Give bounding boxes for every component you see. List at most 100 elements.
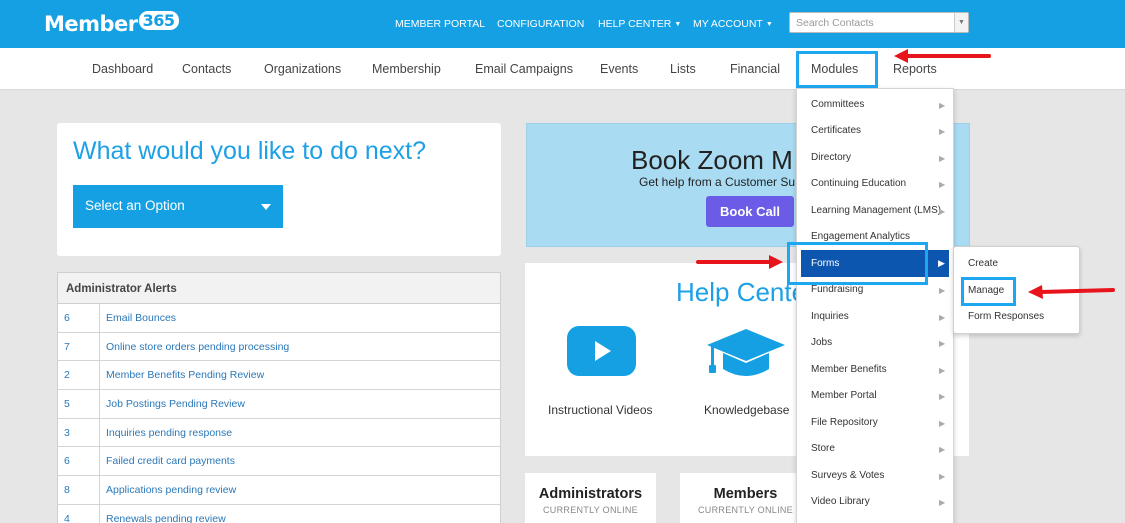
chevron-right-icon: ▶ <box>939 154 946 163</box>
nav-email-campaigns[interactable]: Email Campaigns <box>475 62 573 76</box>
red-arrow-icon <box>696 255 783 269</box>
chevron-right-icon: ▶ <box>938 258 945 268</box>
chevron-right-icon: ▶ <box>939 498 946 507</box>
administrators-title: Administrators <box>538 486 643 502</box>
submenu-item-form-responses[interactable]: Form Responses <box>968 311 1044 322</box>
nav-help-center[interactable]: HELP CENTER ▼ <box>598 18 681 30</box>
alert-link[interactable]: Renewals pending review <box>106 513 226 523</box>
chevron-right-icon: ▶ <box>939 207 946 216</box>
chevron-right-icon: ▶ <box>939 286 946 295</box>
zoom-subtitle: Get help from a Customer Su <box>639 175 796 189</box>
top-bar: Member 365 MEMBER PORTAL CONFIGURATION HE… <box>0 0 1125 48</box>
alerts-title: Administrator Alerts <box>58 273 500 304</box>
chevron-right-icon: ▶ <box>939 127 946 136</box>
alert-row[interactable]: 3 Inquiries pending response <box>58 418 500 448</box>
chevron-right-icon: ▶ <box>939 419 946 428</box>
select-option-label: Select an Option <box>85 198 185 213</box>
zoom-title: Book Zoom M <box>631 145 793 175</box>
logo-text: Member <box>44 12 138 36</box>
instructional-videos-label[interactable]: Instructional Videos <box>548 403 653 417</box>
nav-lists[interactable]: Lists <box>670 62 696 76</box>
caret-down-icon <box>261 204 271 210</box>
menu-item-directory[interactable]: Directory <box>811 152 851 163</box>
alert-row[interactable]: 5 Job Postings Pending Review <box>58 390 500 419</box>
alert-link[interactable]: Applications pending review <box>106 484 236 496</box>
alert-count: 3 <box>58 418 100 447</box>
search-dropdown-button[interactable]: ▼ <box>954 13 968 32</box>
menu-item-store[interactable]: Store <box>811 443 835 454</box>
menu-item-lms[interactable]: Learning Management (LMS) <box>811 205 941 216</box>
chevron-right-icon: ▶ <box>939 339 946 348</box>
chevron-right-icon: ▶ <box>939 101 946 110</box>
nav-my-account[interactable]: MY ACCOUNT ▼ <box>693 18 773 30</box>
nav-dashboard[interactable]: Dashboard <box>92 62 153 76</box>
select-option-dropdown[interactable]: Select an Option <box>73 185 283 228</box>
nav-member-portal[interactable]: MEMBER PORTAL <box>395 18 485 30</box>
submenu-item-create[interactable]: Create <box>968 258 998 269</box>
menu-item-fundraising[interactable]: Fundraising <box>811 284 863 295</box>
administrators-online-card: Administrators CURRENTLY ONLINE <box>525 473 656 523</box>
menu-item-inquiries[interactable]: Inquiries <box>811 311 849 322</box>
currently-online-label: CURRENTLY ONLINE <box>543 505 638 515</box>
menu-item-jobs[interactable]: Jobs <box>811 337 832 348</box>
red-arrow-icon <box>894 49 991 63</box>
alert-count: 5 <box>58 390 100 418</box>
menu-item-file-repository[interactable]: File Repository <box>811 417 878 428</box>
alert-link[interactable]: Member Benefits Pending Review <box>106 369 264 381</box>
caret-down-icon: ▼ <box>674 21 682 28</box>
alert-row[interactable]: 2 Member Benefits Pending Review <box>58 361 500 391</box>
alert-link[interactable]: Email Bounces <box>106 312 176 324</box>
chevron-right-icon: ▶ <box>939 445 946 454</box>
menu-item-member-portal[interactable]: Member Portal <box>811 390 877 401</box>
members-online-card: Members CURRENTLY ONLINE <box>680 473 811 523</box>
menu-item-surveys-votes[interactable]: Surveys & Votes <box>811 470 884 481</box>
chevron-right-icon: ▶ <box>939 366 946 375</box>
members-title: Members <box>713 486 778 502</box>
alert-row[interactable]: 6 Email Bounces <box>58 304 500 333</box>
nav-membership[interactable]: Membership <box>372 62 441 76</box>
alert-row[interactable]: 8 Applications pending review <box>58 476 500 505</box>
member365-logo[interactable]: Member 365 <box>44 11 179 36</box>
alert-count: 6 <box>58 447 100 476</box>
alert-count: 7 <box>58 332 100 361</box>
chevron-right-icon: ▶ <box>939 472 946 481</box>
administrator-alerts-panel: Administrator Alerts 6 Email Bounces 7 Onl… <box>57 272 501 523</box>
alert-count: 8 <box>58 476 100 504</box>
manage-highlight-box <box>961 277 1016 306</box>
search-input[interactable] <box>790 13 950 33</box>
menu-item-member-benefits[interactable]: Member Benefits <box>811 364 887 375</box>
menu-item-video-library[interactable]: Video Library <box>811 496 870 507</box>
alert-link[interactable]: Online store orders pending processing <box>106 341 289 353</box>
nav-configuration[interactable]: CONFIGURATION <box>497 18 584 30</box>
play-video-icon[interactable] <box>567 326 636 376</box>
chevron-right-icon: ▶ <box>939 313 946 322</box>
alert-row[interactable]: 4 Renewals pending review <box>58 504 500 523</box>
caret-down-icon: ▼ <box>765 21 773 28</box>
next-action-title: What would you like to do next? <box>73 137 426 165</box>
alert-row[interactable]: 7 Online store orders pending processing <box>58 332 500 362</box>
book-call-button[interactable]: Book Call <box>706 196 794 227</box>
alert-link[interactable]: Failed credit card payments <box>106 455 235 467</box>
logo-number: 365 <box>138 11 179 30</box>
forms-highlight-box <box>787 242 928 285</box>
search-contacts: ▼ <box>789 12 969 33</box>
alert-link[interactable]: Inquiries pending response <box>106 427 232 439</box>
menu-item-continuing-education[interactable]: Continuing Education <box>811 178 906 189</box>
alert-link[interactable]: Job Postings Pending Review <box>106 398 245 410</box>
alert-count: 2 <box>58 361 100 390</box>
chevron-right-icon: ▶ <box>939 392 946 401</box>
graduation-cap-icon[interactable] <box>705 327 787 381</box>
menu-item-engagement-analytics[interactable]: Engagement Analytics <box>811 231 910 242</box>
menu-item-certificates[interactable]: Certificates <box>811 125 861 136</box>
currently-online-label: CURRENTLY ONLINE <box>698 505 793 515</box>
chevron-right-icon: ▶ <box>939 180 946 189</box>
alert-count: 6 <box>58 304 100 332</box>
knowledgebase-label[interactable]: Knowledgebase <box>704 403 789 417</box>
menu-item-committees[interactable]: Committees <box>811 99 864 110</box>
nav-organizations[interactable]: Organizations <box>264 62 341 76</box>
nav-financial[interactable]: Financial <box>730 62 780 76</box>
next-action-card: What would you like to do next? Select a… <box>57 123 501 256</box>
nav-events[interactable]: Events <box>600 62 638 76</box>
alert-row[interactable]: 6 Failed credit card payments <box>58 447 500 477</box>
nav-contacts[interactable]: Contacts <box>182 62 231 76</box>
